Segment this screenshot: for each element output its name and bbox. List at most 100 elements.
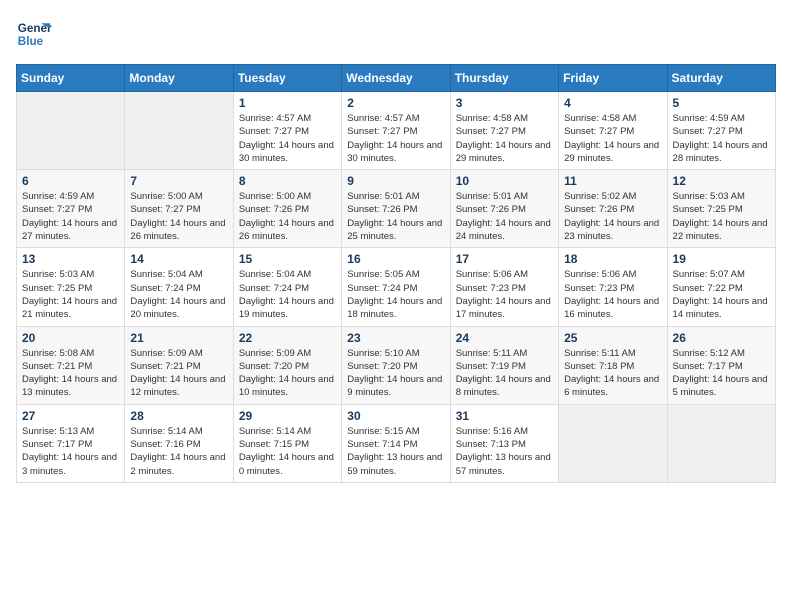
cell-info: Sunrise: 5:14 AM Sunset: 7:16 PM Dayligh… — [130, 425, 227, 478]
cell-info: Sunrise: 5:13 AM Sunset: 7:17 PM Dayligh… — [22, 425, 119, 478]
cell-info: Sunrise: 5:07 AM Sunset: 7:22 PM Dayligh… — [673, 268, 770, 321]
logo: General Blue — [16, 16, 52, 52]
day-number: 10 — [456, 174, 553, 188]
calendar-table: SundayMondayTuesdayWednesdayThursdayFrid… — [16, 64, 776, 483]
cell-info: Sunrise: 5:09 AM Sunset: 7:21 PM Dayligh… — [130, 347, 227, 400]
day-number: 9 — [347, 174, 444, 188]
day-number: 8 — [239, 174, 336, 188]
day-number: 6 — [22, 174, 119, 188]
day-number: 22 — [239, 331, 336, 345]
day-number: 3 — [456, 96, 553, 110]
cell-info: Sunrise: 4:59 AM Sunset: 7:27 PM Dayligh… — [673, 112, 770, 165]
day-number: 7 — [130, 174, 227, 188]
calendar-cell: 22Sunrise: 5:09 AM Sunset: 7:20 PM Dayli… — [233, 326, 341, 404]
calendar-cell — [125, 92, 233, 170]
calendar-cell: 31Sunrise: 5:16 AM Sunset: 7:13 PM Dayli… — [450, 404, 558, 482]
day-number: 30 — [347, 409, 444, 423]
cell-info: Sunrise: 4:58 AM Sunset: 7:27 PM Dayligh… — [456, 112, 553, 165]
cell-info: Sunrise: 5:14 AM Sunset: 7:15 PM Dayligh… — [239, 425, 336, 478]
calendar-cell: 1Sunrise: 4:57 AM Sunset: 7:27 PM Daylig… — [233, 92, 341, 170]
day-number: 14 — [130, 252, 227, 266]
day-number: 28 — [130, 409, 227, 423]
day-number: 2 — [347, 96, 444, 110]
day-number: 29 — [239, 409, 336, 423]
weekday-header: Friday — [559, 65, 667, 92]
day-number: 20 — [22, 331, 119, 345]
day-number: 27 — [22, 409, 119, 423]
calendar-cell: 8 Sunrise: 5:00 AM Sunset: 7:26 PM Daylig… — [233, 170, 341, 248]
day-number: 17 — [456, 252, 553, 266]
calendar-cell: 23 Sunrise: 5:10 AM Sunset: 7:20 PM Dayli… — [342, 326, 450, 404]
cell-info: Sunrise: 5:08 AM Sunset: 7:21 PM Dayligh… — [22, 347, 119, 400]
calendar-cell: 17Sunrise: 5:06 AM Sunset: 7:23 PM Dayli… — [450, 248, 558, 326]
logo-icon: General Blue — [16, 16, 52, 52]
calendar-cell: 16Sunrise: 5:05 AM Sunset: 7:24 PM Dayli… — [342, 248, 450, 326]
day-number: 13 — [22, 252, 119, 266]
calendar-cell — [667, 404, 775, 482]
weekday-header: Saturday — [667, 65, 775, 92]
calendar-cell — [17, 92, 125, 170]
cell-info: Sunrise: 5:03 AM Sunset: 7:25 PM Dayligh… — [22, 268, 119, 321]
day-number: 19 — [673, 252, 770, 266]
calendar-week-row: 6Sunrise: 4:59 AM Sunset: 7:27 PM Daylig… — [17, 170, 776, 248]
day-number: 23 — [347, 331, 444, 345]
cell-info: Sunrise: 5:05 AM Sunset: 7:24 PM Dayligh… — [347, 268, 444, 321]
calendar-cell: 2 Sunrise: 4:57 AM Sunset: 7:27 PM Daylig… — [342, 92, 450, 170]
calendar-cell: 19 Sunrise: 5:07 AM Sunset: 7:22 PM Dayli… — [667, 248, 775, 326]
cell-info: Sunrise: 5:16 AM Sunset: 7:13 PM Dayligh… — [456, 425, 553, 478]
day-number: 26 — [673, 331, 770, 345]
calendar-cell: 14 Sunrise: 5:04 AM Sunset: 7:24 PM Dayli… — [125, 248, 233, 326]
cell-info: Sunrise: 5:03 AM Sunset: 7:25 PM Dayligh… — [673, 190, 770, 243]
cell-info: Sunrise: 5:01 AM Sunset: 7:26 PM Dayligh… — [347, 190, 444, 243]
cell-info: Sunrise: 5:02 AM Sunset: 7:26 PM Dayligh… — [564, 190, 661, 243]
page-header: General Blue — [16, 16, 776, 52]
day-number: 15 — [239, 252, 336, 266]
calendar-cell: 3 Sunrise: 4:58 AM Sunset: 7:27 PM Daylig… — [450, 92, 558, 170]
cell-info: Sunrise: 5:06 AM Sunset: 7:23 PM Dayligh… — [564, 268, 661, 321]
cell-info: Sunrise: 4:58 AM Sunset: 7:27 PM Dayligh… — [564, 112, 661, 165]
calendar-cell: 28 Sunrise: 5:14 AM Sunset: 7:16 PM Dayli… — [125, 404, 233, 482]
day-number: 1 — [239, 96, 336, 110]
weekday-header: Tuesday — [233, 65, 341, 92]
day-number: 11 — [564, 174, 661, 188]
day-number: 4 — [564, 96, 661, 110]
calendar-header-row: SundayMondayTuesdayWednesdayThursdayFrid… — [17, 65, 776, 92]
svg-text:Blue: Blue — [18, 35, 44, 48]
weekday-header: Thursday — [450, 65, 558, 92]
day-number: 18 — [564, 252, 661, 266]
calendar-week-row: 27 Sunrise: 5:13 AM Sunset: 7:17 PM Dayli… — [17, 404, 776, 482]
calendar-cell: 18 Sunrise: 5:06 AM Sunset: 7:23 PM Dayli… — [559, 248, 667, 326]
calendar-cell: 25 Sunrise: 5:11 AM Sunset: 7:18 PM Dayli… — [559, 326, 667, 404]
calendar-cell: 27 Sunrise: 5:13 AM Sunset: 7:17 PM Dayli… — [17, 404, 125, 482]
calendar-cell: 15 Sunrise: 5:04 AM Sunset: 7:24 PM Dayli… — [233, 248, 341, 326]
cell-info: Sunrise: 5:01 AM Sunset: 7:26 PM Dayligh… — [456, 190, 553, 243]
calendar-cell: 24 Sunrise: 5:11 AM Sunset: 7:19 PM Dayli… — [450, 326, 558, 404]
day-number: 24 — [456, 331, 553, 345]
cell-info: Sunrise: 4:57 AM Sunset: 7:27 PM Dayligh… — [347, 112, 444, 165]
weekday-header: Sunday — [17, 65, 125, 92]
day-number: 12 — [673, 174, 770, 188]
calendar-cell: 11 Sunrise: 5:02 AM Sunset: 7:26 PM Dayli… — [559, 170, 667, 248]
cell-info: Sunrise: 5:04 AM Sunset: 7:24 PM Dayligh… — [130, 268, 227, 321]
weekday-header: Monday — [125, 65, 233, 92]
calendar-week-row: 1 Sunrise: 4:57 AM Sunset: 7:27 PM Daylig… — [17, 92, 776, 170]
calendar-cell: 29 Sunrise: 5:14 AM Sunset: 7:15 PM Dayli… — [233, 404, 341, 482]
calendar-cell: 7 Sunrise: 5:00 AM Sunset: 7:27 PM Daylig… — [125, 170, 233, 248]
calendar-week-row: 20 Sunrise: 5:08 AM Sunset: 7:21 PM Dayli… — [17, 326, 776, 404]
calendar-cell: 5 Sunrise: 4:59 AM Sunset: 7:27 PM Daylig… — [667, 92, 775, 170]
calendar-cell: 30Sunrise: 5:15 AM Sunset: 7:14 PM Dayli… — [342, 404, 450, 482]
day-number: 5 — [673, 96, 770, 110]
cell-info: Sunrise: 5:00 AM Sunset: 7:27 PM Dayligh… — [130, 190, 227, 243]
day-number: 25 — [564, 331, 661, 345]
cell-info: Sunrise: 5:10 AM Sunset: 7:20 PM Dayligh… — [347, 347, 444, 400]
calendar-cell: 12 Sunrise: 5:03 AM Sunset: 7:25 PM Dayli… — [667, 170, 775, 248]
calendar-cell: 10 Sunrise: 5:01 AM Sunset: 7:26 PM Dayli… — [450, 170, 558, 248]
cell-info: Sunrise: 5:11 AM Sunset: 7:18 PM Dayligh… — [564, 347, 661, 400]
cell-info: Sunrise: 5:04 AM Sunset: 7:24 PM Dayligh… — [239, 268, 336, 321]
cell-info: Sunrise: 5:11 AM Sunset: 7:19 PM Dayligh… — [456, 347, 553, 400]
cell-info: Sunrise: 5:00 AM Sunset: 7:26 PM Dayligh… — [239, 190, 336, 243]
calendar-cell — [559, 404, 667, 482]
calendar-cell: 21Sunrise: 5:09 AM Sunset: 7:21 PM Dayli… — [125, 326, 233, 404]
calendar-cell: 26Sunrise: 5:12 AM Sunset: 7:17 PM Dayli… — [667, 326, 775, 404]
calendar-cell: 9 Sunrise: 5:01 AM Sunset: 7:26 PM Daylig… — [342, 170, 450, 248]
